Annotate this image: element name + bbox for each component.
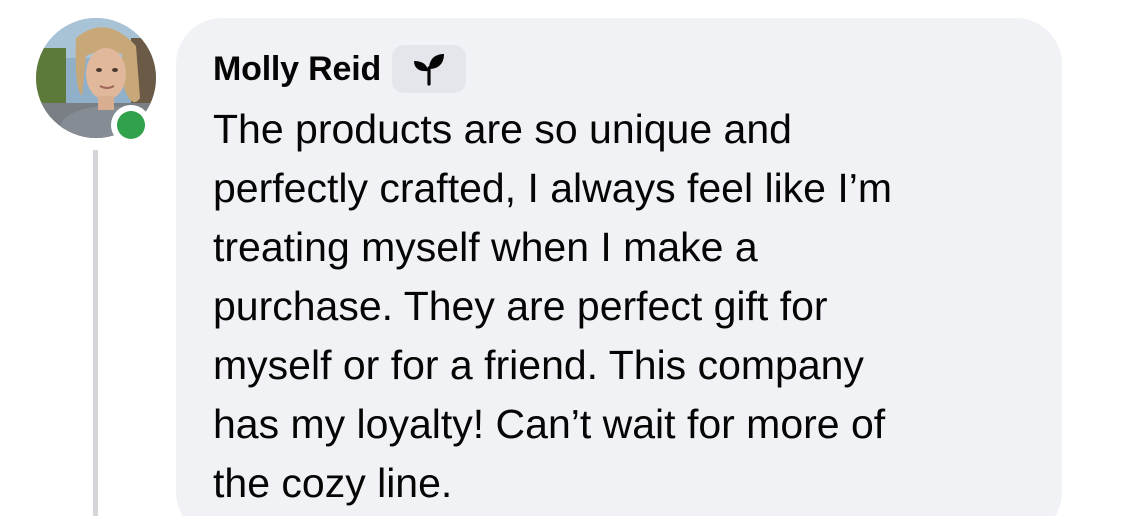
comment-text: The products are so unique and perfectly… (213, 106, 893, 506)
comment-bubble: Molly Reid The products are so unique an… (176, 18, 1062, 516)
thread-connector-line (93, 150, 98, 516)
author-name[interactable]: Molly Reid (213, 50, 381, 89)
sprout-icon (414, 54, 445, 86)
online-status-dot (111, 105, 151, 145)
comment-thread: Molly Reid The products are so unique an… (0, 0, 1125, 516)
comment-header: Molly Reid (213, 44, 1042, 94)
new-member-badge[interactable] (392, 45, 467, 93)
